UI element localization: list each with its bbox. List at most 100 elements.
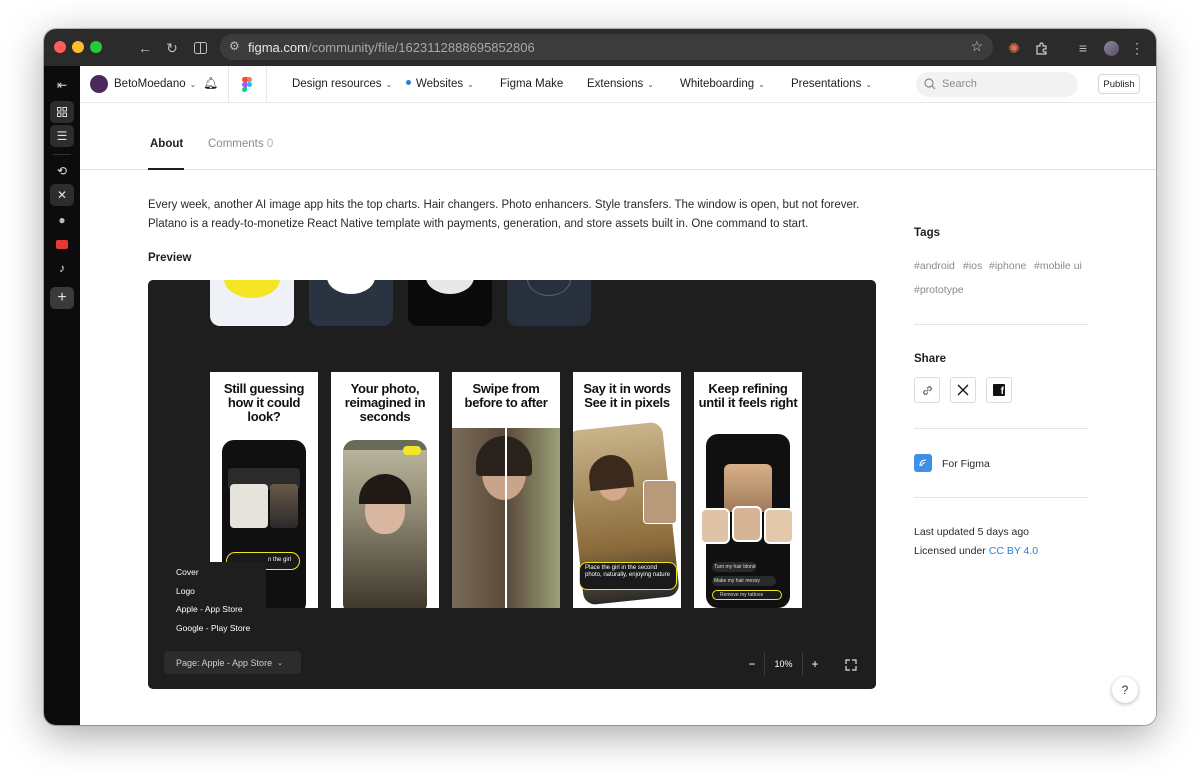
tag-link[interactable]: #iphone <box>989 260 1026 272</box>
for-figma-icon <box>914 454 932 472</box>
store-screenshot-card: Keep refining until it feels right Turn … <box>694 372 802 608</box>
account-switcher[interactable]: BetoMoedano ⌄ <box>114 78 196 90</box>
variant-photo <box>700 508 730 544</box>
sidebar-toggle-icon[interactable] <box>190 38 210 58</box>
zoom-out-button[interactable]: − <box>740 652 764 676</box>
store-screenshot-card: Swipe from before to after <box>452 372 560 608</box>
frame-item-logo[interactable]: Logo <box>176 586 195 596</box>
apple-icon[interactable]: ● <box>50 209 74 231</box>
notifications-bell-icon[interactable]: 🔔︎ <box>203 76 218 90</box>
address-bar[interactable]: ⚙ figma.com/community/file/1623112888695… <box>220 34 993 60</box>
frame-item-cover[interactable]: Cover <box>176 567 199 577</box>
copy-link-button[interactable] <box>914 377 940 403</box>
variant-photo <box>764 508 794 544</box>
before-after-divider <box>505 428 507 608</box>
last-updated: Last updated 5 days ago <box>914 526 1030 538</box>
nav-divider <box>228 66 229 103</box>
nav-figma-make[interactable]: Figma Make <box>500 78 563 90</box>
tags-heading: Tags <box>914 227 940 239</box>
claude-extension-icon[interactable]: ✺ <box>1004 38 1024 58</box>
collapse-sidebar-icon[interactable]: ⇤ <box>50 74 74 96</box>
tag-link[interactable]: #android <box>914 260 955 272</box>
rotate-icon[interactable]: ⟲ <box>50 160 74 182</box>
card-headline: Swipe from before to after <box>464 381 548 410</box>
prompt-chip-text: Place the girl in the second photo, natu… <box>585 565 670 578</box>
share-x-button[interactable] <box>950 377 976 403</box>
extensions-puzzle-icon[interactable] <box>1031 38 1051 58</box>
share-facebook-button[interactable]: f <box>986 377 1012 403</box>
site-settings-icon[interactable]: ⚙ <box>229 39 240 53</box>
fullscreen-icon[interactable] <box>845 658 857 676</box>
logo-tile-outline <box>507 280 591 326</box>
card-headline: Your photo, reimagined in seconds <box>344 381 426 424</box>
store-screenshot-card: Say it in words See it in pixels Place t… <box>573 372 681 608</box>
reload-icon[interactable]: ↻ <box>162 38 182 58</box>
section-divider <box>914 428 1088 429</box>
grid-view-icon[interactable] <box>50 101 74 123</box>
search-input[interactable]: Search <box>916 72 1078 97</box>
nav-divider <box>266 66 267 103</box>
nav-presentations[interactable]: Presentations ⌄ <box>791 78 872 90</box>
minimize-window-button[interactable] <box>72 41 84 53</box>
browser-menu-icon[interactable]: ⋮ <box>1127 38 1147 58</box>
tag-link[interactable]: #mobile ui <box>1034 260 1082 272</box>
figma-top-nav: BetoMoedano ⌄ 🔔︎ Design resources ⌄ Websit… <box>80 66 1156 103</box>
logo-tile-black <box>408 280 492 326</box>
link-icon <box>922 385 932 395</box>
user-avatar[interactable] <box>90 75 108 93</box>
nav-websites[interactable]: Websites ⌄ <box>406 78 474 90</box>
tag-link[interactable]: #ios <box>963 260 982 272</box>
reading-list-icon[interactable]: ≡ <box>1073 38 1093 58</box>
tiktok-icon[interactable]: ♪ <box>50 257 74 279</box>
sidebar-divider <box>53 154 71 155</box>
zoom-in-button[interactable]: + <box>803 652 827 676</box>
page-content: BetoMoedano ⌄ 🔔︎ Design resources ⌄ Websit… <box>80 66 1156 725</box>
nav-whiteboarding[interactable]: Whiteboarding ⌄ <box>680 78 765 90</box>
publish-button[interactable]: Publish <box>1098 74 1140 94</box>
browser-window: ← ↻ ⚙ figma.com/community/file/162311288… <box>44 29 1156 725</box>
x-logo-icon <box>957 384 969 396</box>
frame-item-google-play-store[interactable]: Google - Play Store <box>176 623 250 633</box>
back-icon[interactable]: ← <box>135 38 155 58</box>
nav-extensions[interactable]: Extensions ⌄ <box>587 78 654 90</box>
add-app-icon[interactable]: + <box>50 287 74 309</box>
tab-comments[interactable]: Comments 0 <box>208 138 273 150</box>
section-divider <box>914 497 1088 498</box>
figma-logo-icon[interactable] <box>242 77 252 97</box>
nav-design-resources[interactable]: Design resources ⌄ <box>292 78 392 90</box>
license-link[interactable]: CC BY 4.0 <box>989 545 1038 557</box>
section-divider <box>914 324 1088 325</box>
license-line: Licensed under CC BY 4.0 <box>914 545 1039 557</box>
list-search-icon[interactable]: ☰ <box>50 125 74 147</box>
x-app-icon[interactable]: ✕ <box>50 184 74 206</box>
prompt-chip-text: Turn my hair blond <box>714 564 756 570</box>
file-description: Every week, another AI image app hits th… <box>148 199 860 230</box>
close-window-button[interactable] <box>54 41 66 53</box>
facebook-icon: f <box>993 384 1005 397</box>
maximize-window-button[interactable] <box>90 41 102 53</box>
zoom-level[interactable]: 10% <box>765 652 802 676</box>
frame-item-apple-app-store[interactable]: Apple - App Store <box>176 604 243 614</box>
frames-list: Cover Logo Apple - App Store Google - Pl… <box>166 562 266 648</box>
search-placeholder: Search <box>942 78 977 90</box>
chevron-down-icon: ⌄ <box>277 659 283 667</box>
logo-tile-yellow <box>210 280 294 326</box>
bookmark-star-icon[interactable]: ☆ <box>970 38 983 55</box>
store-screenshot-card: Your photo, reimagined in seconds <box>331 372 439 608</box>
url-text: figma.com/community/file/162311288869585… <box>248 40 535 55</box>
new-dot-badge <box>406 80 411 85</box>
search-icon <box>924 78 936 90</box>
page-selector-dropdown[interactable]: Page: Apple - App Store ⌄ <box>164 651 301 674</box>
reference-photo <box>643 480 677 524</box>
help-button[interactable]: ? <box>1112 677 1138 703</box>
preview-heading: Preview <box>148 252 192 264</box>
profile-avatar-icon[interactable] <box>1101 38 1121 58</box>
preview-canvas[interactable]: Still guessing how it could look? n the … <box>148 280 876 689</box>
left-sidebar: ⇤ ☰ ⟲ ✕ ● ♪ + <box>44 66 80 725</box>
card-headline: Keep refining until it feels right <box>698 381 798 410</box>
tab-bar <box>80 103 1156 170</box>
tab-about[interactable]: About <box>150 138 183 150</box>
zoom-controls: − 10% + <box>740 652 827 676</box>
tag-link[interactable]: #prototype <box>914 284 964 296</box>
youtube-icon[interactable] <box>50 233 74 255</box>
